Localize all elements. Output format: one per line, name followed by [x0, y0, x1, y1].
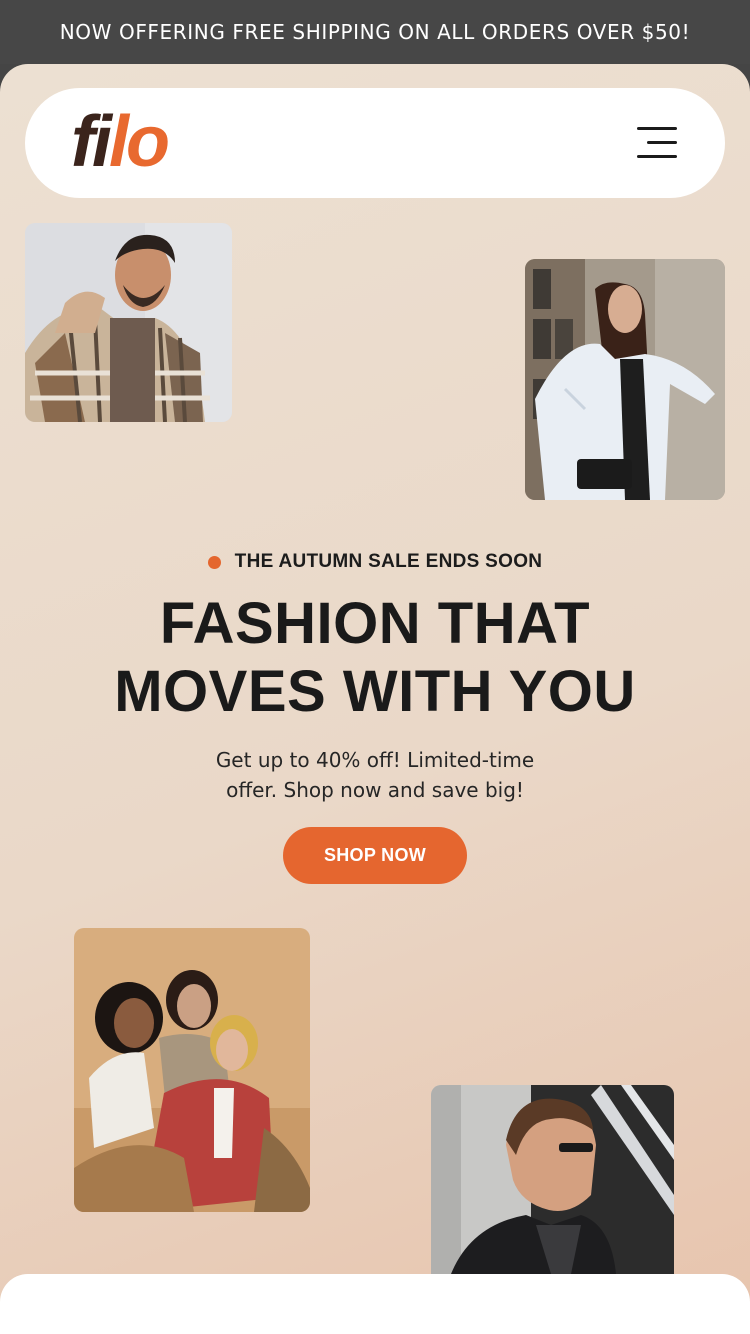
bottom-content-card [0, 1274, 750, 1334]
logo-part-dark: fi [71, 102, 112, 182]
logo-part-accent: lo [108, 102, 170, 182]
announcement-bar: NOW OFFERING FREE SHIPPING ON ALL ORDERS… [0, 0, 750, 64]
sale-eyebrow-text: THE AUTUMN SALE ENDS SOON [234, 551, 543, 572]
subtext-line-1: Get up to 40% off! Limited-time [215, 748, 535, 772]
model-photo-group-women [74, 928, 310, 1212]
headline-line-2: MOVES WITH YOU [114, 659, 636, 724]
announcement-text: NOW OFFERING FREE SHIPPING ON ALL ORDERS… [59, 20, 691, 44]
navbar: filo [25, 88, 725, 198]
model-photo-woman-white-shirt [525, 259, 725, 500]
model-photo-man-leather-jacket [431, 1085, 674, 1274]
hero-headline: FASHION THAT MOVES WITH YOU [0, 590, 750, 726]
shop-now-button[interactable]: SHOP NOW [283, 827, 467, 884]
hamburger-menu-icon[interactable] [635, 124, 677, 160]
sale-eyebrow: THE AUTUMN SALE ENDS SOON [0, 550, 750, 574]
hero-subtext: Get up to 40% off! Limited-time offer. S… [200, 745, 550, 805]
subtext-line-2: offer. Shop now and save big! [226, 778, 524, 802]
status-dot-icon [207, 555, 221, 569]
headline-line-1: FASHION THAT [159, 591, 591, 656]
model-photo-man-plaid [25, 223, 232, 422]
brand-logo[interactable]: filo [71, 102, 170, 182]
hero-section: filo THE AUTUMN SALE ENDS SOON FASHION T… [0, 64, 750, 1334]
